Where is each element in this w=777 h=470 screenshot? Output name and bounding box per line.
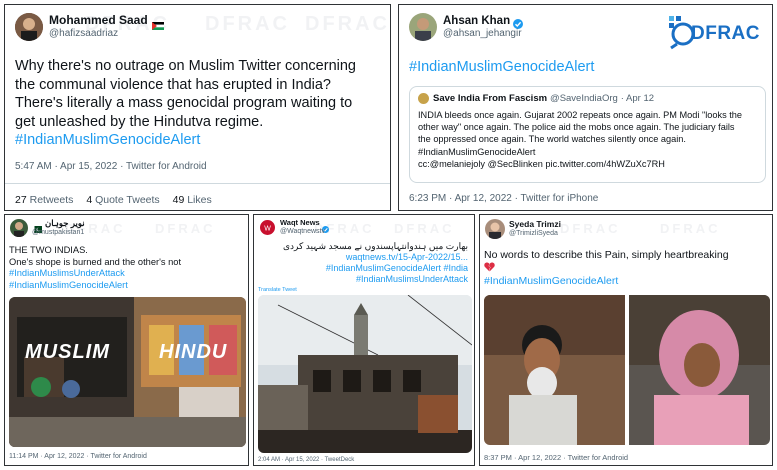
handle[interactable]: @TrimizliSyeda [509,230,561,238]
display-name[interactable]: Ahsan Khan [443,15,510,28]
dfrac-logo: DFRAC [667,14,767,50]
svg-text:W: W [264,226,271,233]
watermark: DFRAC [394,221,455,236]
verified-badge-icon [513,16,524,30]
hashtag-link[interactable]: #IndianMuslimGenocideAlert [484,275,729,288]
tweet-image[interactable]: MUSLIM HINDU [9,297,246,447]
engagement-stats: 27 Retweets 4 Quote Tweets 49 Likes [15,194,212,206]
tweet-text: Why there's no outrage on Muslim Twitter… [15,57,356,150]
likes-label: Likes [187,194,212,206]
tweet-image[interactable] [258,295,472,453]
burned-and-intact-shops-photo [9,297,246,447]
burned-mosque-photo [258,295,472,453]
quotes-count: 4 [86,194,93,206]
tweet-text-line: THE TWO INDIAS. [9,245,88,255]
avatar[interactable] [485,219,505,239]
watermark: DFRAC [155,221,216,236]
tweet-text-line: No words to describe this Pain, simply h… [484,249,729,261]
avatar[interactable] [10,219,28,237]
tweet-card-5[interactable]: DFRAC DFRAC Syeda Trimzi @TrimizliSyeda … [479,214,773,466]
tweet-text-line: get unleashed by the Hindutva regime. [15,113,264,130]
timestamp[interactable]: 6:23 PM · Apr 12, 2022 · Twitter for iPh… [409,193,598,204]
avatar[interactable] [15,13,43,41]
tweet-text: No words to describe this Pain, simply h… [484,249,729,288]
quoted-text-line: other way" once again. The police aid th… [418,122,735,133]
tweet-text-line: the communal violence that has erupted i… [15,76,331,93]
hashtag-link[interactable]: #IndianMuslimGenocideAlert #India [283,263,468,274]
pakistan-flag-icon [32,220,42,234]
quoted-text-line: the oppressed once again. The world watc… [418,134,686,145]
article-link[interactable]: waqtnews.tv/15-Apr-2022/15... [283,252,468,263]
image-label-muslim: MUSLIM [25,341,110,363]
engagement-bar [5,183,390,184]
verified-badge-icon [321,220,329,233]
hashtag-link[interactable]: #IndianMuslimsUnderAttack [283,274,468,285]
display-name[interactable]: Syeda Trimzi [509,219,561,230]
retweets-stat[interactable]: 27 Retweets [15,194,73,206]
victims-photo [484,295,770,445]
tweet-text: بھارت میں ہندوانتہاپسندوں نے مسجد شہید ک… [283,241,468,285]
quoted-handle[interactable]: @SaveIndiaOrg [550,93,618,104]
avatar[interactable] [409,13,437,41]
quotes-label: Quote Tweets [95,194,160,206]
handle[interactable]: @ahsan_jehangir [443,28,523,40]
display-name[interactable]: Waqt News [280,219,320,228]
display-name[interactable]: Mohammed Saad [49,14,148,28]
tweet-card-2[interactable]: Ahsan Khan @ahsan_jehangir DFRAC #Indian… [398,4,773,211]
quoted-text: INDIA bleeds once again. Gujarat 2002 re… [418,109,742,170]
quoted-text-line: cc:@melaniejoly @SecBlinken pic.twitter.… [418,158,665,169]
quoted-date: · Apr 12 [620,93,655,104]
palestine-flag-icon [151,17,164,31]
dfrac-logo-text: DFRAC [691,23,760,44]
timestamp[interactable]: 2:04 AM · Apr 15, 2022 · TweetDeck [258,457,354,463]
watermark: DFRAC [660,221,721,236]
tweet-text: THE TWO INDIAS. One's shope is burned an… [9,245,181,292]
hashtag-link[interactable]: #IndianMuslimGenocideAlert [409,59,594,75]
hashtag-link[interactable]: #IndianMuslimGenocideAlert [15,131,356,150]
tweet-image[interactable] [484,295,770,445]
handle[interactable]: @hafizsaadriaz [49,28,164,40]
watermark: DFRAC [560,221,621,236]
quoted-text-line: INDIA bleeds once again. Gujarat 2002 re… [418,110,742,120]
broken-heart-icon [484,262,729,275]
tweet-card-3[interactable]: DFRAC DFRAC نویر جوہان @mustpakistan1 TH… [4,214,249,466]
watermark: DFRAC [305,13,390,35]
retweets-label: Retweets [29,194,74,206]
hashtag-link[interactable]: #IndianMuslimsUnderAttack [9,268,181,280]
image-label-hindu: HINDU [159,341,228,363]
tweet-card-1[interactable]: DFRAC DFRAC DFRAC Mohammed Saad @hafizsa… [4,4,391,211]
avatar[interactable]: W [259,219,276,236]
tweet-text-line: Why there's no outrage on Muslim Twitter… [15,58,356,74]
tweet-card-4[interactable]: DFRAC DFRAC W Waqt News @Waqtnewstv بھار… [253,214,475,466]
quoted-display-name[interactable]: Save India From Fascism [433,93,547,104]
urdu-text: بھارت میں ہندوانتہاپسندوں نے مسجد شہید ک… [282,241,468,251]
translate-tweet-link[interactable]: Translate Tweet [258,287,297,293]
quoted-avatar [418,93,429,104]
handle[interactable]: @mustpakistan1 [32,229,85,237]
quotes-stat[interactable]: 4 Quote Tweets [86,194,159,206]
hashtag-link[interactable]: #IndianMuslimGenocideAlert [9,280,181,292]
handle[interactable]: @Waqtnewstv [280,228,329,236]
likes-stat[interactable]: 49 Likes [173,194,212,206]
retweets-count: 27 [15,194,27,206]
quoted-text-line: #IndianMuslimGenocideAlert [418,146,536,157]
timestamp[interactable]: 8:37 PM · Apr 12, 2022 · Twitter for And… [484,453,628,462]
likes-count: 49 [172,194,185,206]
tweet-text-line: There's literally a mass genocidal progr… [15,95,353,111]
quoted-tweet[interactable]: Save India From Fascism @SaveIndiaOrg · … [409,86,766,183]
display-name[interactable]: نویر جوہان [45,218,85,229]
watermark: DFRAC [205,13,290,35]
timestamp[interactable]: 11:14 PM · Apr 12, 2022 · Twitter for An… [9,453,147,460]
timestamp[interactable]: 5:47 AM · Apr 15, 2022 · Twitter for And… [15,161,207,172]
tweet-text-line: One's shope is burned and the other's no… [9,256,182,267]
